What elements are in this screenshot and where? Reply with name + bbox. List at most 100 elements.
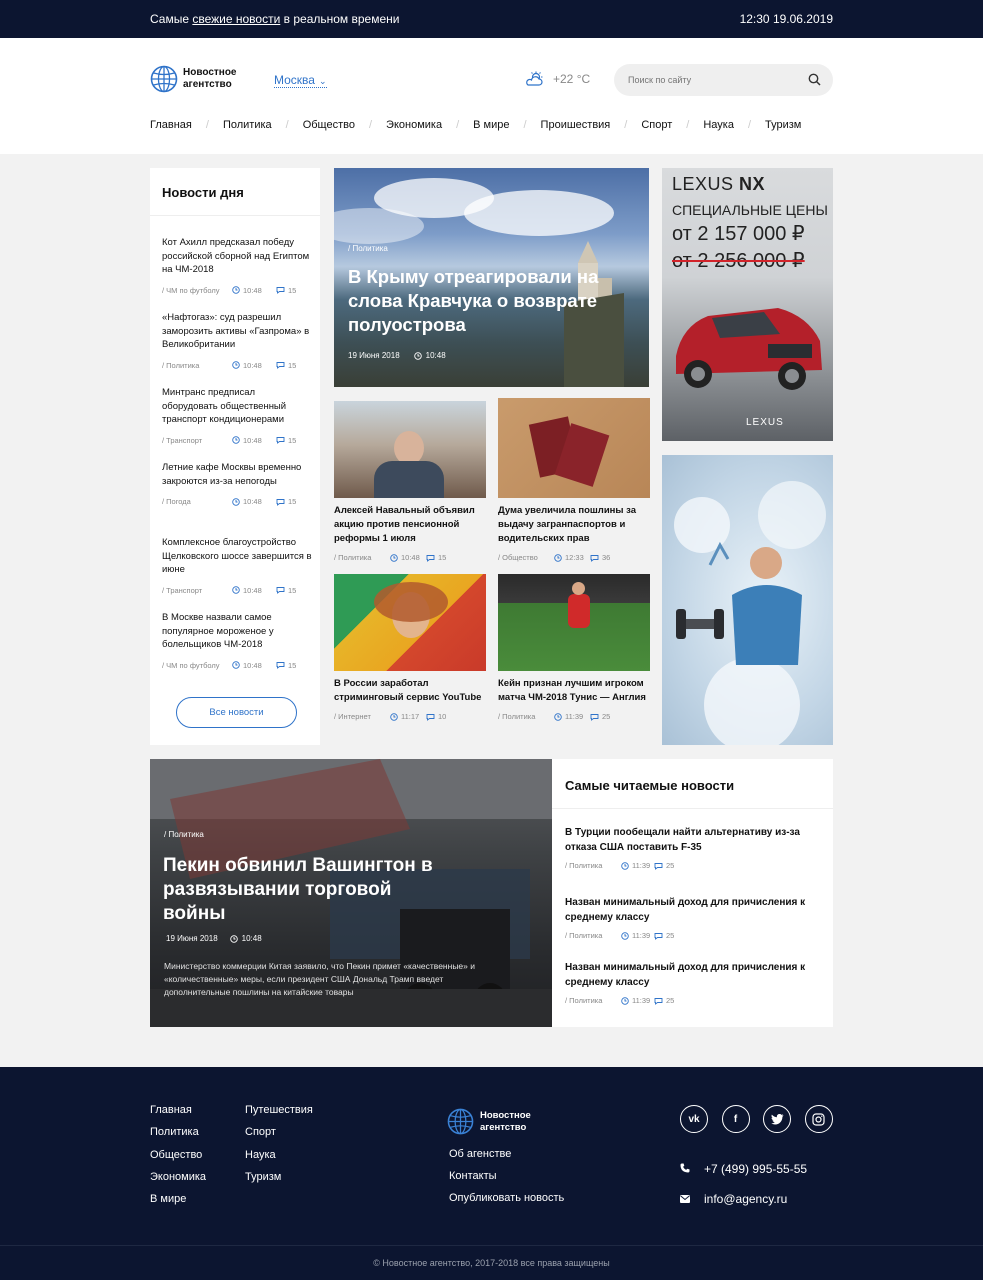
card-title[interactable]: В России заработал стриминговый сервис Y… — [334, 677, 486, 705]
news-category[interactable]: / ЧМ по футболу — [162, 661, 232, 670]
news-comments: 15 — [438, 553, 447, 562]
ad-price-old: от 2 256 000 ₽ — [672, 250, 805, 272]
footer-link-politics[interactable]: Политика — [150, 1126, 199, 1138]
news-headline[interactable]: Летние кафе Москвы временно закроются из… — [162, 461, 312, 488]
footer-link-contacts[interactable]: Контакты — [449, 1170, 497, 1182]
footer-link-publish[interactable]: Опубликовать новость — [449, 1192, 564, 1204]
site-logo[interactable]: Новостное агентство — [150, 65, 253, 93]
nav-item-incidents[interactable]: Проишествия — [541, 119, 611, 131]
nav-item-economy[interactable]: Экономика — [386, 119, 442, 131]
big-story[interactable]: / Политика Пекин обвинил Вашингтон в раз… — [150, 759, 552, 1027]
list-item[interactable]: Минтранс предписал оборудовать обществен… — [162, 386, 312, 445]
news-time: 10:48 — [243, 360, 262, 370]
email-link[interactable]: info@agency.ru — [704, 1192, 787, 1206]
news-headline[interactable]: В Москве назвали самое популярное мороже… — [162, 611, 312, 652]
story-headline[interactable]: Пекин обвинил Вашингтон в развязывании т… — [163, 854, 453, 926]
list-item[interactable]: Кот Ахилл предсказал победу российской с… — [162, 236, 312, 295]
fitness-ad-banner[interactable] — [662, 455, 833, 745]
footer-link-science[interactable]: Наука — [245, 1149, 276, 1161]
news-headline[interactable]: Комплексное благоустройство Щелковского … — [162, 536, 312, 577]
news-headline[interactable]: Кот Ахилл предсказал победу российской с… — [162, 236, 312, 277]
list-item[interactable]: Комплексное благоустройство Щелковского … — [162, 536, 312, 595]
news-card[interactable]: Кейн признан лучшим игроком матча ЧМ-201… — [498, 574, 650, 721]
featured-story[interactable]: / Политика В Крыму отреагировали на слов… — [334, 168, 649, 387]
news-category[interactable]: / Общество — [498, 553, 554, 562]
card-title[interactable]: Дума увеличила пошлины за выдачу загранп… — [498, 504, 650, 546]
footer-logo[interactable]: Новостное агентство — [447, 1108, 550, 1135]
logo-name: Новостное агентство — [183, 67, 237, 90]
news-card[interactable]: В России заработал стриминговый сервис Y… — [334, 574, 486, 721]
news-category[interactable]: / Транспорт — [162, 436, 232, 445]
footer-link-travel[interactable]: Путешествия — [245, 1104, 313, 1116]
story-date: 19 Июня 2018 — [348, 351, 400, 360]
nav-item-politics[interactable]: Политика — [223, 119, 272, 131]
footer-link-sport[interactable]: Спорт — [245, 1126, 276, 1138]
nav-item-world[interactable]: В мире — [473, 119, 509, 131]
instagram-icon[interactable] — [804, 1105, 833, 1133]
twitter-icon[interactable] — [763, 1105, 791, 1133]
email-contact: info@agency.ru — [680, 1192, 787, 1206]
story-headline[interactable]: В Крыму отреагировали на слова Кравчука … — [348, 265, 608, 337]
nav-item-science[interactable]: Наука — [703, 119, 734, 131]
news-category[interactable]: / Транспорт — [162, 586, 232, 595]
phone-icon — [680, 1163, 690, 1173]
nav-item-home[interactable]: Главная — [150, 119, 192, 131]
footer-link-tourism[interactable]: Туризм — [245, 1171, 281, 1183]
search-input[interactable] — [614, 64, 784, 96]
ad-model: LEXUS NX — [672, 174, 766, 194]
news-category[interactable]: / Политика — [565, 861, 621, 870]
news-headline[interactable]: «Нафтогаз»: суд разрешил заморозить акти… — [162, 311, 312, 352]
search-icon[interactable] — [808, 73, 821, 86]
phone-link[interactable]: +7 (499) 995-55-55 — [704, 1162, 807, 1176]
list-item[interactable]: Летние кафе Москвы временно закроются из… — [162, 461, 312, 506]
story-category[interactable]: / Политика — [348, 244, 388, 253]
football-photo — [498, 574, 650, 671]
list-item[interactable]: Назван минимальный доход для причисления… — [565, 895, 820, 940]
news-time: 12:33 — [565, 553, 584, 562]
clock-icon — [554, 553, 562, 562]
news-category[interactable]: / Интернет — [334, 712, 390, 721]
news-headline[interactable]: Назван минимальный доход для причисления… — [565, 960, 820, 990]
list-item[interactable]: «Нафтогаз»: суд разрешил заморозить акти… — [162, 311, 312, 370]
comment-icon — [276, 662, 285, 669]
news-headline[interactable]: Минтранс предписал оборудовать обществен… — [162, 386, 312, 427]
city-selector[interactable]: Москва ⌄ — [274, 73, 327, 88]
lexus-ad-banner[interactable]: LEXUS NX СПЕЦИАЛЬНЫЕ ЦЕНЫ от 2 157 000 ₽… — [662, 168, 833, 441]
facebook-icon[interactable]: f — [721, 1105, 750, 1133]
news-category[interactable]: / Политика — [162, 361, 232, 370]
nav-item-tourism[interactable]: Туризм — [765, 119, 801, 131]
list-item[interactable]: Назван минимальный доход для причисления… — [565, 960, 820, 1005]
news-category[interactable]: / Погода — [162, 497, 232, 506]
story-category[interactable]: / Политика — [164, 830, 204, 839]
vk-icon[interactable]: vk — [680, 1105, 708, 1133]
news-time: 11:39 — [632, 861, 651, 870]
card-title[interactable]: Алексей Навальный объявил акцию против п… — [334, 504, 486, 546]
footer-link-world[interactable]: В мире — [150, 1193, 186, 1205]
footer-link-about[interactable]: Об агенстве — [449, 1148, 511, 1160]
list-item[interactable]: В Москве назвали самое популярное мороже… — [162, 611, 312, 670]
news-card[interactable]: Дума увеличила пошлины за выдачу загранп… — [498, 398, 650, 562]
footer-link-home[interactable]: Главная — [150, 1104, 192, 1116]
mail-icon — [680, 1195, 690, 1203]
news-comments: 15 — [288, 435, 297, 445]
all-news-button[interactable]: Все новости — [176, 697, 297, 728]
footer-link-society[interactable]: Общество — [150, 1149, 202, 1161]
story-lead: Министерство коммерции Китая заявило, чт… — [164, 961, 475, 997]
news-category[interactable]: / ЧМ по футболу — [162, 286, 232, 295]
news-category[interactable]: / Политика — [565, 931, 621, 940]
news-category[interactable]: / Политика — [334, 553, 390, 562]
news-headline[interactable]: В Турции пообещали найти альтернативу из… — [565, 825, 820, 855]
news-category[interactable]: / Политика — [498, 712, 554, 721]
comment-icon — [426, 554, 435, 562]
news-card[interactable]: Алексей Навальный объявил акцию против п… — [334, 401, 486, 562]
nav-item-sport[interactable]: Спорт — [641, 119, 672, 131]
nav-separator: / — [456, 119, 460, 131]
fresh-news-link[interactable]: свежие новости — [192, 12, 280, 26]
news-headline[interactable]: Назван минимальный доход для причисления… — [565, 895, 820, 925]
footer-link-economy[interactable]: Экономика — [150, 1171, 206, 1183]
news-category[interactable]: / Политика — [565, 996, 621, 1005]
list-item[interactable]: В Турции пообещали найти альтернативу из… — [565, 825, 820, 870]
nav-separator: / — [686, 119, 690, 131]
card-title[interactable]: Кейн признан лучшим игроком матча ЧМ-201… — [498, 677, 650, 705]
nav-item-society[interactable]: Общество — [303, 119, 355, 131]
